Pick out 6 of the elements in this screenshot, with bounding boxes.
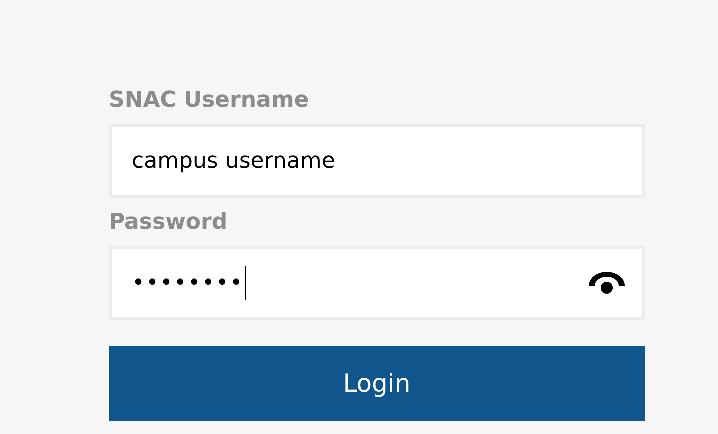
input-field[interactable]: campus username bbox=[109, 124, 645, 198]
login-button[interactable]: Login bbox=[109, 346, 645, 421]
field-label: SNAC Username bbox=[109, 87, 310, 115]
input-field[interactable]: •••••••• bbox=[109, 246, 645, 320]
show-password-icon[interactable] bbox=[588, 271, 626, 295]
field-label: Password bbox=[109, 209, 229, 237]
